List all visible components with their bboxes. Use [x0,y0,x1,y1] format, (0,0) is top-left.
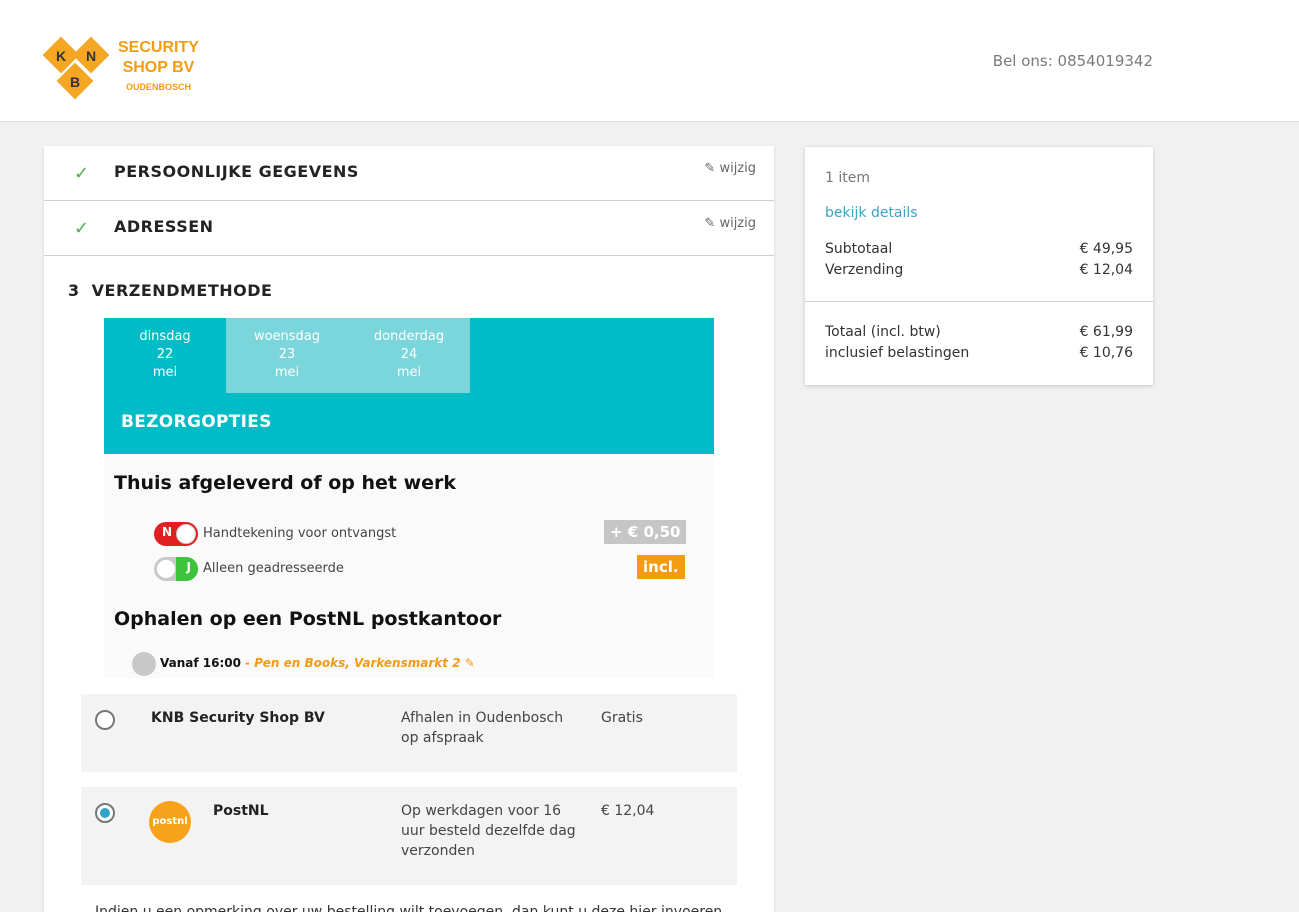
logo-letter-k: K [56,48,66,64]
check-icon: ✓ [74,218,90,239]
delivery-options-heading: BEZORGOPTIES [121,412,272,432]
shipping-desc: Op werkdagen voor 16 uur besteld dezelfd… [401,803,576,859]
check-icon: ✓ [74,163,90,184]
logo-mark: K N B [42,36,110,100]
postnl-delivery-widget: dinsdag 22 mei woensdag 23 mei donderdag 24 me… [104,318,714,678]
shipping-name: PostNL [213,803,269,819]
day-tab-tuesday[interactable]: dinsdag 22 mei [104,318,226,393]
shipping-price: Gratis [601,710,643,726]
step-title: ADRESSEN [114,217,214,236]
step-shipping-method-title: 3 VERZENDMETHODE [68,281,272,300]
shipping-label: Verzending [825,262,904,278]
logo[interactable]: K N B SECURITY SHOP BV OUDENBOSCH [42,34,212,106]
signature-price-badge: + € 0,50 [604,520,687,544]
pickup-option[interactable]: Vanaf 16:00 - Pen en Books, Varkensmarkt… [160,656,475,670]
pickup-radio[interactable] [132,652,156,676]
edit-link[interactable]: ✎ wijzig [704,216,756,231]
checkout-card: ✓ PERSOONLIJKE GEGEVENS ✎ wijzig ✓ ADRES… [44,146,774,912]
header: K N B SECURITY SHOP BV OUDENBOSCH Bel on… [0,0,1299,122]
order-note-hint: Indien u een opmerking over uw bestellin… [95,904,723,912]
subtotal-value: € 49,95 [1079,241,1133,257]
shipping-radio[interactable] [95,710,115,730]
step-personal-data: ✓ PERSOONLIJKE GEGEVENS ✎ wijzig [44,146,774,201]
pickup-title: Ophalen op een PostNL postkantoor [114,608,502,630]
step-number: 3 [68,281,80,300]
addressee-label: Alleen geadresseerde [203,561,344,576]
pencil-icon[interactable]: ✎ [461,656,475,670]
shipping-row: Verzending € 12,04 [825,262,1133,278]
order-summary: 1 item bekijk details Subtotaal € 49,95 V… [805,147,1153,385]
step-title: VERZENDMETHODE [91,281,273,300]
addressee-toggle[interactable]: J [154,557,198,581]
logo-line3: OUDENBOSCH [125,82,191,92]
pencil-icon: ✎ [704,216,720,231]
delivery-header: dinsdag 22 mei woensdag 23 mei donderdag 24 me… [104,318,714,454]
step-title: PERSOONLIJKE GEGEVENS [114,162,359,181]
pickup-location[interactable]: - Pen en Books, Varkensmarkt 2 [241,656,460,670]
step-addresses: ✓ ADRESSEN ✎ wijzig [44,201,774,256]
signature-label: Handtekening voor ontvangst [203,526,397,541]
shipping-option-postnl[interactable]: postnl PostNL Op werkdagen voor 16 uur b… [81,787,737,885]
tax-row: inclusief belastingen € 10,76 [825,345,1133,361]
total-label: Totaal (incl. btw) [825,324,941,340]
signature-toggle[interactable]: N [154,522,198,546]
item-count: 1 item [825,170,870,186]
day-tab-wednesday[interactable]: woensdag 23 mei [226,318,348,393]
subtotal-row: Subtotaal € 49,95 [825,241,1133,257]
subtotal-label: Subtotaal [825,241,893,257]
total-row: Totaal (incl. btw) € 61,99 [825,324,1133,340]
shipping-value: € 12,04 [1079,262,1133,278]
tax-label: inclusief belastingen [825,345,970,361]
phone-number[interactable]: Bel ons: 0854019342 [993,52,1153,70]
postnl-logo: postnl [149,801,191,843]
shipping-price: € 12,04 [601,803,655,819]
home-delivery-title: Thuis afgeleverd of op het werk [114,472,457,494]
logo-letter-b: B [70,74,80,90]
shipping-option-pickup[interactable]: KNB Security Shop BV Afhalen in Oudenbos… [81,694,737,772]
shipping-radio-selected[interactable] [95,803,115,823]
addressee-price-badge: incl. [637,555,685,579]
logo-line1: SECURITY [118,39,199,56]
logo-line2: SHOP BV [122,59,195,76]
tax-value: € 10,76 [1079,345,1133,361]
divider [805,301,1153,302]
shipping-desc: Afhalen in Oudenbosch op afspraak [401,710,564,746]
logo-text: SECURITY SHOP BV OUDENBOSCH [118,38,199,94]
edit-link[interactable]: ✎ wijzig [704,161,756,176]
pickup-time: Vanaf 16:00 [160,656,241,670]
day-tab-thursday[interactable]: donderdag 24 mei [348,318,470,393]
logo-letter-n: N [86,48,96,64]
view-details-link[interactable]: bekijk details [825,205,918,221]
total-value: € 61,99 [1079,324,1133,340]
shipping-name: KNB Security Shop BV [151,710,325,726]
pencil-icon: ✎ [704,161,720,176]
